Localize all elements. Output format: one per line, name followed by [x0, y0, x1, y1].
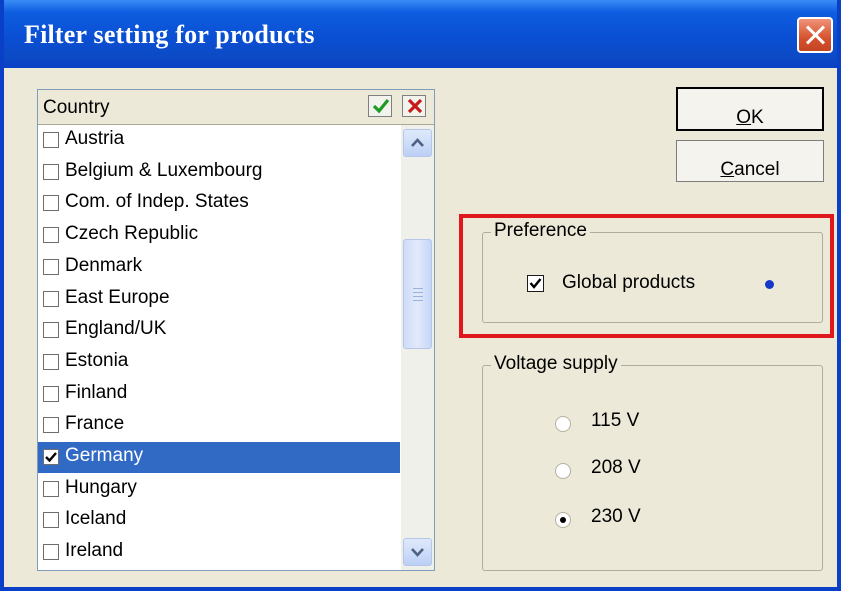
country-checkbox[interactable]	[43, 322, 59, 339]
country-list-item[interactable]: Czech Republic	[38, 220, 400, 251]
country-checkbox[interactable]	[43, 163, 59, 180]
green-check-icon	[372, 98, 390, 114]
highlight-annotation	[459, 214, 834, 338]
country-checkbox[interactable]	[43, 132, 59, 148]
uncheck-all-button[interactable]	[402, 95, 426, 117]
country-rows: Austria Belgium & Luxembourg Com. of Indep…	[38, 125, 400, 570]
scroll-up-button[interactable]	[403, 129, 432, 157]
country-column-header: Country	[43, 97, 110, 118]
chevron-up-icon	[411, 138, 424, 147]
cancel-mnemonic: C	[720, 159, 735, 180]
country-label: Belgium & Luxembourg	[65, 159, 263, 181]
country-checkbox[interactable]	[43, 417, 59, 434]
checkmark-icon	[45, 452, 57, 463]
country-checkbox[interactable]	[43, 512, 59, 529]
cancel-button[interactable]: Cancel	[676, 140, 824, 182]
country-list-item[interactable]: Belgium & Luxembourg	[38, 157, 400, 188]
close-button[interactable]	[797, 17, 833, 53]
country-label: Iceland	[65, 508, 127, 530]
ok-button[interactable]: OK	[676, 87, 824, 131]
chevron-down-icon	[411, 548, 424, 557]
country-checkbox[interactable]	[43, 195, 59, 212]
voltage-208-radio[interactable]	[555, 463, 571, 479]
list-header: Country	[38, 90, 434, 125]
country-label: Denmark	[65, 254, 143, 276]
country-list-item[interactable]: Austria	[38, 125, 400, 156]
voltage-230-radio[interactable]	[555, 512, 571, 528]
country-list-item[interactable]: East Europe	[38, 284, 400, 315]
red-x-icon	[407, 98, 423, 114]
voltage-115-label[interactable]: 115 V	[591, 410, 639, 432]
country-list-item[interactable]: Com. of Indep. States	[38, 188, 400, 219]
country-checkbox[interactable]	[43, 544, 59, 561]
country-list-item[interactable]: Estonia	[38, 347, 400, 378]
country-label: Ireland	[65, 540, 124, 562]
country-label: Hungary	[65, 476, 137, 498]
scroll-thumb[interactable]	[403, 239, 432, 349]
country-checkbox[interactable]	[43, 258, 59, 275]
cancel-label-rest: ancel	[734, 159, 780, 180]
country-list[interactable]: Country Austria Belgium & Luxembourg Com. …	[37, 89, 435, 571]
country-checkbox[interactable]	[43, 449, 59, 465]
country-list-item[interactable]: Germany	[38, 442, 400, 473]
country-label: Czech Republic	[65, 223, 199, 245]
ok-mnemonic: O	[736, 107, 752, 128]
voltage-supply-group: Voltage supply 115 V 208 V 230 V	[482, 353, 823, 571]
country-label: Finland	[65, 381, 128, 403]
country-checkbox[interactable]	[43, 353, 59, 370]
scroll-down-button[interactable]	[403, 538, 432, 566]
voltage-legend: Voltage supply	[491, 353, 621, 375]
dialog-window: Filter setting for products Country Aust…	[0, 0, 841, 591]
country-label: England/UK	[65, 318, 167, 340]
country-list-item[interactable]: Hungary	[38, 474, 400, 505]
country-list-item[interactable]: Denmark	[38, 252, 400, 283]
vertical-scrollbar[interactable]	[401, 125, 434, 570]
country-list-item[interactable]: England/UK	[38, 315, 400, 346]
voltage-208-label[interactable]: 208 V	[591, 457, 641, 479]
country-list-item[interactable]: France	[38, 410, 400, 441]
country-checkbox[interactable]	[43, 290, 59, 307]
dialog-title: Filter setting for products	[24, 20, 315, 49]
country-checkbox[interactable]	[43, 385, 59, 402]
voltage-230-label[interactable]: 230 V	[591, 506, 641, 528]
country-label: Com. of Indep. States	[65, 191, 249, 213]
country-list-item[interactable]: Iceland	[38, 505, 400, 536]
country-checkbox[interactable]	[43, 480, 59, 497]
country-label: Austria	[65, 128, 125, 149]
country-checkbox[interactable]	[43, 227, 59, 244]
title-bar[interactable]: Filter setting for products	[4, 0, 837, 68]
country-list-item[interactable]: Ireland	[38, 537, 400, 568]
ok-label-rest: K	[751, 107, 764, 128]
country-label: Estonia	[65, 349, 129, 371]
country-label: France	[65, 413, 125, 435]
check-all-button[interactable]	[368, 95, 392, 117]
country-list-item[interactable]: Finland	[38, 379, 400, 410]
country-label: Germany	[65, 445, 144, 466]
country-label: East Europe	[65, 286, 170, 308]
voltage-115-radio[interactable]	[555, 416, 571, 432]
